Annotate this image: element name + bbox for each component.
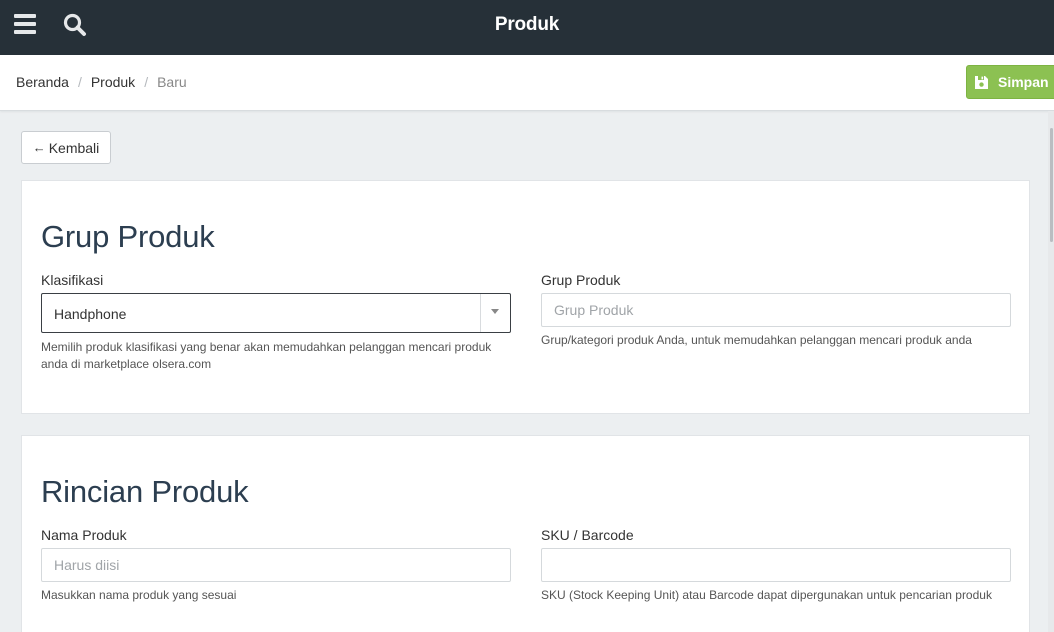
page-scrollbar[interactable]: [1048, 111, 1054, 632]
arrow-left-icon: ←: [32, 140, 46, 155]
product-group-input[interactable]: [541, 293, 1011, 327]
product-group-field: Grup Produk Grup/kategori produk Anda, u…: [541, 272, 1011, 349]
breadcrumb: Beranda / Produk / Baru: [16, 74, 187, 90]
classification-help-text: Memilih produk klasifikasi yang benar ak…: [41, 340, 492, 371]
classification-label: Klasifikasi: [41, 272, 104, 288]
back-button[interactable]: ← Kembali: [21, 131, 111, 164]
breadcrumb-bar: Beranda / Produk / Baru Simpan: [0, 55, 1054, 111]
section-title-product-group: Grup Produk: [41, 219, 215, 254]
product-name-input[interactable]: [41, 548, 511, 582]
back-button-label: Kembali: [48, 139, 100, 156]
save-button[interactable]: Simpan: [966, 65, 1054, 99]
product-group-help-text: Grup/kategori produk Anda, untuk memudah…: [541, 333, 972, 347]
breadcrumb-item-current: Baru: [157, 74, 187, 90]
sku-barcode-field: SKU / Barcode SKU (Stock Keeping Unit) a…: [541, 527, 1011, 604]
floppy-disk-icon: [975, 75, 988, 89]
chevron-down-icon: [491, 309, 499, 314]
product-group-label: Grup Produk: [541, 272, 621, 288]
sku-barcode-input[interactable]: [541, 548, 1011, 582]
section-title-product-detail: Rincian Produk: [41, 474, 249, 509]
product-name-field: Nama Produk Masukkan nama produk yang se…: [41, 527, 511, 604]
product-group-card: Grup Produk Klasifikasi Handphone Memili…: [21, 180, 1030, 414]
classification-select[interactable]: Handphone: [41, 293, 511, 333]
breadcrumb-item-products[interactable]: Produk: [91, 74, 135, 90]
top-navbar: Produk: [0, 0, 1054, 55]
classification-selected-value: Handphone: [54, 306, 127, 322]
save-button-label: Simpan: [998, 74, 1049, 90]
scrollbar-thumb[interactable]: [1050, 128, 1053, 242]
sku-barcode-help-text: SKU (Stock Keeping Unit) atau Barcode da…: [541, 588, 992, 602]
product-detail-card: Rincian Produk Nama Produk Masukkan nama…: [21, 435, 1030, 632]
product-name-help-text: Masukkan nama produk yang sesuai: [41, 588, 237, 602]
breadcrumb-item-home[interactable]: Beranda: [16, 74, 69, 90]
breadcrumb-separator: /: [144, 74, 149, 90]
product-name-label: Nama Produk: [41, 527, 127, 543]
breadcrumb-separator: /: [77, 74, 82, 90]
select-divider: [480, 294, 481, 332]
classification-field: Klasifikasi Handphone Memilih produk kla…: [41, 272, 511, 373]
sku-barcode-label: SKU / Barcode: [541, 527, 634, 543]
page-title: Produk: [494, 14, 560, 35]
